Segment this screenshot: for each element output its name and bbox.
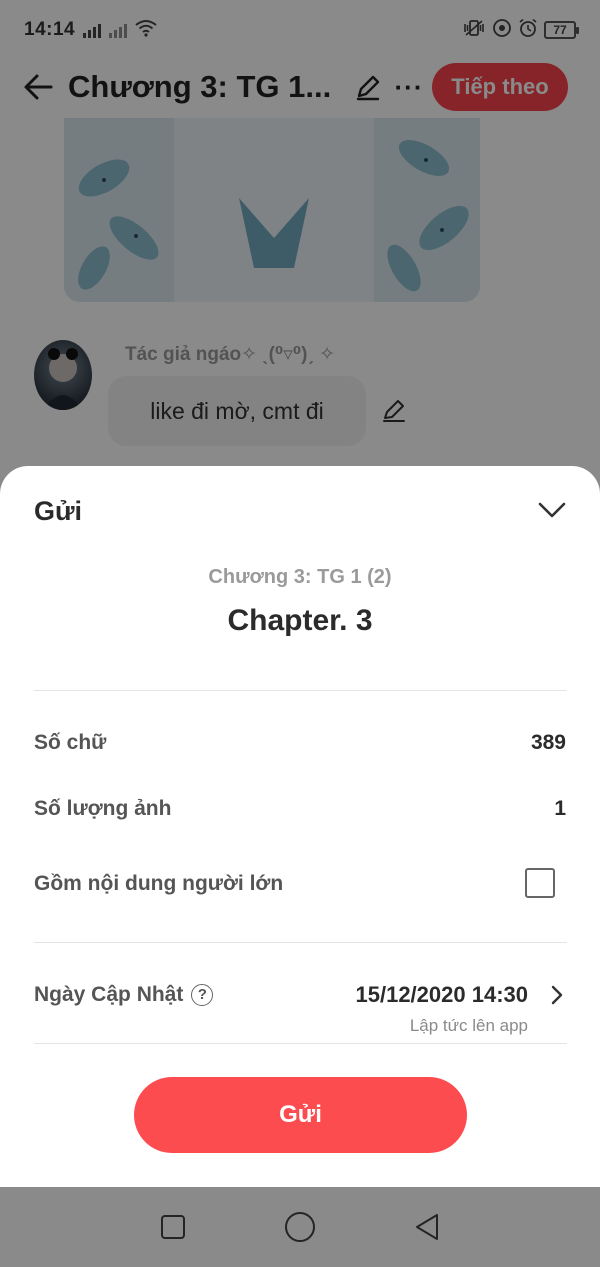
adult-content-label: Gồm nội dung người lớn: [34, 872, 284, 895]
divider: [34, 690, 567, 691]
update-date-value[interactable]: 15/12/2020 14:30: [356, 982, 529, 1008]
divider: [34, 1043, 567, 1044]
image-count-label: Số lượng ảnh: [34, 797, 172, 820]
update-date-row: Ngày Cập Nhật?: [34, 983, 214, 1007]
send-button[interactable]: Gửi: [134, 1077, 467, 1153]
chapter-heading: Chapter. 3: [227, 604, 373, 637]
adult-content-checkbox[interactable]: [525, 868, 555, 898]
divider: [34, 942, 567, 943]
sheet-title: Gửi: [34, 496, 83, 526]
update-date-note: Lập tức lên app: [409, 1016, 528, 1035]
word-count-label: Số chữ: [34, 731, 107, 754]
chevron-down-icon[interactable]: [534, 492, 570, 528]
publish-bottom-sheet: Gửi Chương 3: TG 1 (2) Chapter. 3 Số chữ…: [0, 466, 600, 1187]
help-question-icon[interactable]: ?: [191, 983, 214, 1006]
chevron-right-icon[interactable]: [546, 981, 568, 1009]
update-date-label: Ngày Cập Nhật: [34, 983, 184, 1006]
chapter-subtitle: Chương 3: TG 1 (2): [208, 566, 392, 588]
image-count-value: 1: [554, 797, 566, 820]
word-count-value: 389: [530, 731, 566, 754]
